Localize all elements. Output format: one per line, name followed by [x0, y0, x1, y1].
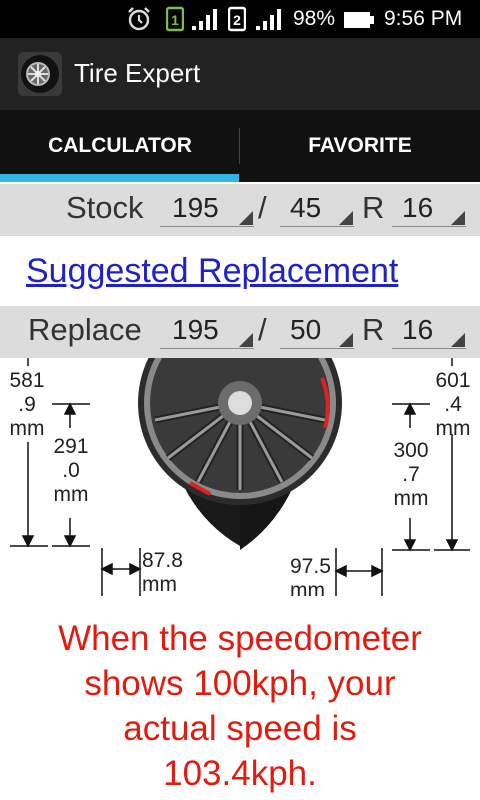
speed-message-line: shows 100kph, your [84, 664, 396, 703]
action-bar: Tire Expert [0, 38, 480, 110]
replace-width-value: 195 [172, 314, 219, 345]
speed-message-line: 103.4kph. [163, 754, 317, 793]
replace-width-spinner[interactable]: 195 [160, 308, 254, 349]
replace-label: Replace [28, 312, 142, 347]
speed-result-message: When the speedometer shows 100kph, your … [0, 616, 480, 796]
signal-strength-icon-2 [256, 9, 281, 30]
replace-ratio-value: 50 [290, 314, 322, 345]
stock-width-label: 87.8 mm [142, 549, 183, 596]
spinner-arrow-icon [451, 333, 465, 347]
stock-width-spinner[interactable]: 195 [160, 186, 254, 227]
sim1-icon: 1 [166, 6, 184, 32]
svg-text:2: 2 [233, 12, 241, 28]
slash-separator: / [258, 190, 267, 225]
tab-selected-indicator [0, 174, 239, 182]
replace-diameter-label: 601 .4 mm [435, 369, 471, 440]
spinner-arrow-icon [239, 211, 253, 225]
r-separator: R [362, 312, 385, 347]
slash-separator: / [258, 312, 267, 347]
tire-wheel-icon[interactable] [18, 52, 62, 96]
stock-diameter-label: 581 .9 mm [9, 369, 45, 440]
r-separator: R [362, 190, 385, 225]
replace-size-row: Replace 195 / 50 R 16 [0, 306, 480, 358]
tab-favorite[interactable]: FAVORITE [240, 110, 480, 182]
stock-width-value: 195 [172, 192, 219, 223]
replace-sidewall-label: 300 .7 mm [393, 439, 429, 510]
tab-calculator[interactable]: CALCULATOR [0, 110, 240, 182]
stock-ratio-spinner[interactable]: 45 [280, 186, 354, 227]
speed-message-line: When the speedometer [58, 619, 422, 658]
alarm-icon [128, 7, 150, 31]
signal-strength-icon [192, 9, 217, 30]
spinner-arrow-icon [339, 211, 353, 225]
replace-ratio-spinner[interactable]: 50 [280, 308, 354, 349]
replace-width-label: 97.5 mm [290, 555, 331, 597]
spinner-arrow-icon [339, 333, 353, 347]
replace-rim-spinner[interactable]: 16 [392, 308, 466, 349]
stock-sidewall-label: 291 .0 mm [53, 435, 89, 506]
battery-icon [344, 12, 374, 28]
tab-bar: CALCULATOR FAVORITE [0, 110, 480, 182]
battery-percent: 98% [293, 7, 336, 30]
stock-rim-value: 16 [402, 192, 434, 223]
suggested-replacement-link[interactable]: Suggested Replacement [26, 252, 398, 291]
app-title: Tire Expert [74, 58, 201, 88]
replace-rim-value: 16 [402, 314, 434, 345]
clock: 9:56 PM [384, 7, 463, 30]
tire-comparison-diagram: 581 .9 mm 291 .0 mm 601 .4 mm 300 .7 mm … [0, 358, 480, 596]
sim2-icon: 2 [228, 6, 246, 32]
svg-text:1: 1 [171, 12, 179, 28]
stock-size-row: Stock 195 / 45 R 16 [0, 184, 480, 236]
speed-message-line: actual speed is [123, 709, 357, 748]
status-bar: 1 2 98% 9:56 PM [0, 0, 480, 38]
spinner-arrow-icon [239, 333, 253, 347]
spinner-arrow-icon [451, 211, 465, 225]
stock-label: Stock [66, 190, 144, 225]
stock-ratio-value: 45 [290, 192, 322, 223]
stock-rim-spinner[interactable]: 16 [392, 186, 466, 227]
